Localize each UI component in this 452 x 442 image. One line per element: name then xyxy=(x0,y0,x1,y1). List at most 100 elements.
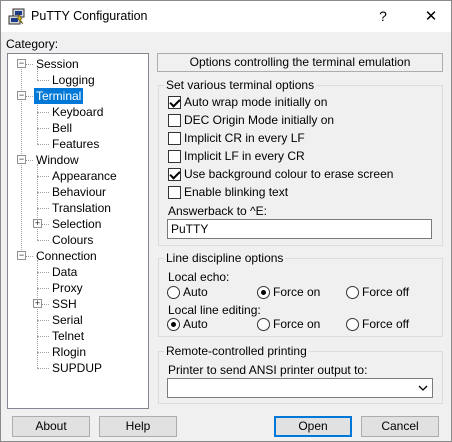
tree-item-translation[interactable]: Translation xyxy=(50,200,113,216)
terminal-options-title: Set various terminal options xyxy=(164,78,317,92)
radio-unselected-icon[interactable] xyxy=(167,286,180,299)
collapse-icon[interactable]: − xyxy=(17,251,26,260)
tree-item-connection[interactable]: Connection xyxy=(34,248,99,264)
collapse-icon[interactable]: − xyxy=(17,91,26,100)
tree-guide-line xyxy=(37,272,49,273)
local-editing-radio-auto[interactable]: Auto xyxy=(167,317,247,332)
tree-guide-line xyxy=(37,208,49,209)
open-button-label: Open xyxy=(298,419,328,433)
printer-label: Printer to send ANSI printer output to: xyxy=(168,363,368,377)
tree-item-proxy[interactable]: Proxy xyxy=(50,280,85,296)
local-echo-label: Local echo: xyxy=(168,270,230,284)
tree-item-appearance[interactable]: Appearance xyxy=(50,168,119,184)
checkbox-checked-icon[interactable] xyxy=(168,168,181,181)
tree-item-data[interactable]: Data xyxy=(50,264,79,280)
category-label: Category: xyxy=(6,37,59,51)
checkbox-dec-origin-mode-initially-on[interactable]: DEC Origin Mode initially on xyxy=(168,113,408,128)
radio-unselected-icon[interactable] xyxy=(346,318,359,331)
local-editing-radio-force-off[interactable]: Force off xyxy=(346,317,426,332)
cancel-button[interactable]: Cancel xyxy=(361,416,439,437)
tree-guide-line xyxy=(37,112,49,113)
window-title: PuTTY Configuration xyxy=(31,9,148,23)
tree-guide-line xyxy=(37,80,49,81)
tree-item-serial[interactable]: Serial xyxy=(50,312,85,328)
tree-guide-line xyxy=(37,176,49,177)
panel-header: Options controlling the terminal emulati… xyxy=(157,53,443,72)
tree-item-colours[interactable]: Colours xyxy=(50,232,95,248)
tree-guide-line xyxy=(37,128,49,129)
putty-configuration-window: PuTTY Configuration ? ✕ Category: − Sessi… xyxy=(0,0,452,442)
tree-guide-line xyxy=(37,144,49,145)
putty-terminal-icon xyxy=(8,8,25,25)
tree-item-terminal[interactable]: Terminal xyxy=(34,88,84,104)
local-editing-label: Local line editing: xyxy=(168,303,261,317)
tree-guide-line xyxy=(37,100,38,144)
answerback-label: Answerback to ^E: xyxy=(168,204,268,218)
answerback-input[interactable]: PuTTY xyxy=(167,219,432,239)
local-echo-radio-force-off[interactable]: Force off xyxy=(346,285,426,300)
checkbox-label: Auto wrap mode initially on xyxy=(184,95,328,109)
checkbox-label: Implicit CR in every LF xyxy=(184,131,305,145)
expand-icon[interactable]: + xyxy=(33,219,42,228)
local-echo-radio-force-on[interactable]: Force on xyxy=(257,285,337,300)
tree-item-selection[interactable]: Selection xyxy=(50,216,103,232)
title-bar[interactable]: PuTTY Configuration ? ✕ xyxy=(1,1,451,32)
tree-guide-line xyxy=(37,240,49,241)
checkbox-implicit-cr-in-every-lf[interactable]: Implicit CR in every LF xyxy=(168,131,408,146)
collapse-icon[interactable]: − xyxy=(17,155,26,164)
cancel-button-label: Cancel xyxy=(381,419,419,433)
tree-item-ssh[interactable]: SSH xyxy=(50,296,79,312)
radio-unselected-icon[interactable] xyxy=(257,318,270,331)
checkbox-label: Use background colour to erase screen xyxy=(184,167,394,181)
help-button[interactable]: Help xyxy=(99,416,177,437)
tree-item-telnet[interactable]: Telnet xyxy=(50,328,86,344)
radio-label: Force on xyxy=(273,285,321,299)
expand-icon[interactable]: + xyxy=(33,299,42,308)
checkbox-use-background-colour-to-erase-screen[interactable]: Use background colour to erase screen xyxy=(168,167,408,182)
local-echo-radio-auto[interactable]: Auto xyxy=(167,285,247,300)
tree-guide-line xyxy=(37,192,49,193)
tree-item-keyboard[interactable]: Keyboard xyxy=(50,104,105,120)
printer-select[interactable] xyxy=(167,378,433,398)
tree-item-supdup[interactable]: SUPDUP xyxy=(50,360,104,376)
tree-item-behaviour[interactable]: Behaviour xyxy=(50,184,108,200)
collapse-icon[interactable]: − xyxy=(17,59,26,68)
help-button-label: Help xyxy=(125,419,151,433)
tree-guide-line xyxy=(37,336,49,337)
checkbox-label: DEC Origin Mode initially on xyxy=(184,113,335,127)
checkbox-unchecked-icon[interactable] xyxy=(168,114,181,127)
radio-label: Auto xyxy=(183,285,208,299)
tree-item-session[interactable]: Session xyxy=(34,56,81,72)
radio-label: Force off xyxy=(362,285,410,299)
category-tree[interactable]: − Session Logging − Terminal Keyboard Bell Feat… xyxy=(7,53,149,409)
tree-item-features[interactable]: Features xyxy=(50,136,101,152)
chevron-down-icon xyxy=(418,385,428,391)
tree-item-rlogin[interactable]: Rlogin xyxy=(50,344,88,360)
close-button[interactable]: ✕ xyxy=(411,1,451,32)
radio-label: Force off xyxy=(362,317,410,331)
help-title-button[interactable]: ? xyxy=(363,1,403,32)
checkbox-checked-icon[interactable] xyxy=(168,96,181,109)
checkbox-label: Implicit LF in every CR xyxy=(184,149,305,163)
radio-unselected-icon[interactable] xyxy=(346,286,359,299)
checkbox-unchecked-icon[interactable] xyxy=(168,132,181,145)
checkbox-auto-wrap-mode-initially-on[interactable]: Auto wrap mode initially on xyxy=(168,95,408,110)
line-discipline-title: Line discipline options xyxy=(164,251,286,265)
about-button[interactable]: About xyxy=(12,416,90,437)
tree-item-window[interactable]: Window xyxy=(34,152,81,168)
tree-guide-line xyxy=(37,352,49,353)
remote-printing-title: Remote-controlled printing xyxy=(164,344,309,358)
tree-guide-line xyxy=(37,368,49,369)
radio-selected-icon[interactable] xyxy=(167,318,180,331)
checkbox-unchecked-icon[interactable] xyxy=(168,150,181,163)
open-button[interactable]: Open xyxy=(274,416,352,437)
tree-item-bell[interactable]: Bell xyxy=(50,120,74,136)
about-button-label: About xyxy=(35,419,67,433)
checkbox-label: Enable blinking text xyxy=(184,185,289,199)
checkbox-unchecked-icon[interactable] xyxy=(168,186,181,199)
local-editing-radio-force-on[interactable]: Force on xyxy=(257,317,337,332)
checkbox-enable-blinking-text[interactable]: Enable blinking text xyxy=(168,185,408,200)
radio-selected-icon[interactable] xyxy=(257,286,270,299)
checkbox-implicit-lf-in-every-cr[interactable]: Implicit LF in every CR xyxy=(168,149,408,164)
tree-item-logging[interactable]: Logging xyxy=(50,72,97,88)
